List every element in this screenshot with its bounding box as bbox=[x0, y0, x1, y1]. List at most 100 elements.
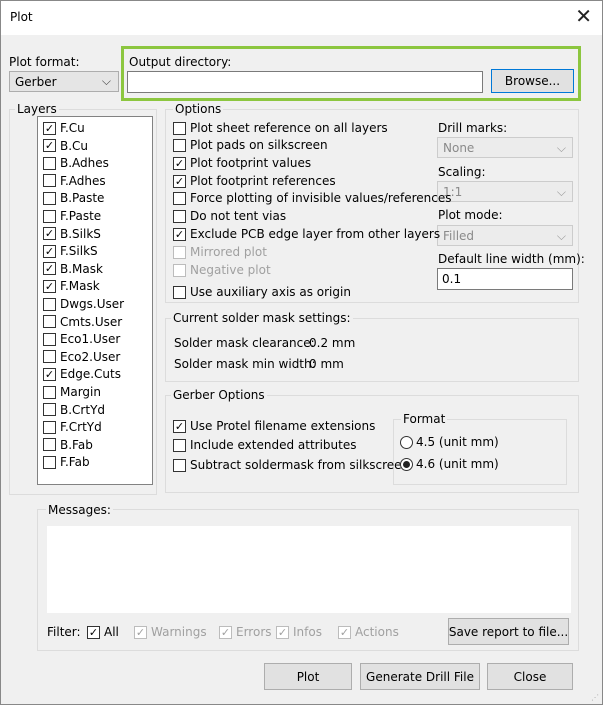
checkbox-checked-icon[interactable]: ✓ bbox=[43, 121, 56, 135]
checkbox-icon[interactable] bbox=[173, 458, 186, 472]
checkbox-icon[interactable] bbox=[43, 350, 56, 364]
checkbox-icon[interactable] bbox=[43, 209, 56, 223]
option-checkbox-8[interactable]: Negative plot bbox=[173, 263, 271, 277]
checkbox-checked-icon[interactable]: ✓ bbox=[173, 174, 186, 188]
checkbox-checked-icon[interactable]: ✓ bbox=[43, 139, 56, 153]
filter-checkbox-warnings[interactable]: ✓ Warnings bbox=[134, 625, 207, 639]
layer-checkbox-margin[interactable]: Margin bbox=[43, 385, 101, 399]
gerber-checkbox-0[interactable]: ✓ Use Protel filename extensions bbox=[173, 419, 375, 433]
filter-checkbox-errors[interactable]: ✓ Errors bbox=[219, 625, 272, 639]
layer-checkbox-b-cu[interactable]: ✓ B.Cu bbox=[43, 139, 88, 153]
generate-drill-file-button[interactable]: Generate Drill File bbox=[360, 663, 480, 690]
checkbox-checked-icon[interactable]: ✓ bbox=[338, 625, 351, 639]
layer-checkbox-f-mask-label: F.Mask bbox=[60, 279, 100, 294]
checkbox-checked-icon[interactable]: ✓ bbox=[43, 279, 56, 293]
option-checkbox-1[interactable]: Plot pads on silkscreen bbox=[173, 138, 328, 152]
checkbox-icon[interactable] bbox=[43, 174, 56, 188]
filter-checkbox-infos[interactable]: ✓ Infos bbox=[276, 625, 322, 639]
checkbox-checked-icon[interactable]: ✓ bbox=[43, 367, 56, 381]
layers-list[interactable]: ✓ F.Cu ✓ B.Cu B.Adhes F.Adhes B.Paste F.Paste ✓ B… bbox=[37, 116, 153, 485]
solder-mask-clearance-label: Solder mask clearance: bbox=[174, 336, 315, 350]
checkbox-icon[interactable] bbox=[173, 209, 186, 223]
option-checkbox-9[interactable]: Use auxiliary axis as origin bbox=[173, 285, 351, 299]
checkbox-icon[interactable] bbox=[43, 297, 56, 311]
checkbox-icon[interactable] bbox=[173, 138, 186, 152]
filter-checkbox-actions[interactable]: ✓ Actions bbox=[338, 625, 399, 639]
drill-marks-label: Drill marks: bbox=[438, 121, 508, 135]
checkbox-checked-icon[interactable]: ✓ bbox=[87, 625, 100, 639]
checkbox-checked-icon[interactable]: ✓ bbox=[43, 227, 56, 241]
checkbox-icon[interactable] bbox=[173, 121, 186, 135]
layer-checkbox-edge-cuts[interactable]: ✓ Edge.Cuts bbox=[43, 367, 121, 381]
layer-checkbox-eco1-user[interactable]: Eco1.User bbox=[43, 332, 120, 346]
checkbox-icon[interactable] bbox=[173, 263, 186, 277]
layer-checkbox-eco2-user[interactable]: Eco2.User bbox=[43, 350, 120, 364]
checkbox-icon[interactable] bbox=[43, 403, 56, 417]
checkbox-icon[interactable] bbox=[43, 385, 56, 399]
layer-checkbox-dwgs-user[interactable]: Dwgs.User bbox=[43, 297, 124, 311]
scaling-select[interactable]: 1:1 ⌵ bbox=[437, 181, 573, 202]
layer-checkbox-b-paste[interactable]: B.Paste bbox=[43, 191, 104, 205]
messages-area[interactable] bbox=[47, 526, 571, 613]
checkbox-checked-icon[interactable]: ✓ bbox=[43, 244, 56, 258]
option-checkbox-4[interactable]: Force plotting of invisible values/refer… bbox=[173, 191, 451, 205]
layer-checkbox-f-paste[interactable]: F.Paste bbox=[43, 209, 101, 223]
checkbox-icon[interactable] bbox=[43, 332, 56, 346]
checkbox-icon[interactable] bbox=[173, 285, 186, 299]
checkbox-icon[interactable] bbox=[173, 245, 186, 259]
checkbox-icon[interactable] bbox=[43, 156, 56, 170]
checkbox-checked-icon[interactable]: ✓ bbox=[173, 156, 186, 170]
layer-checkbox-f-silks[interactable]: ✓ F.SilkS bbox=[43, 244, 98, 258]
checkbox-icon[interactable] bbox=[173, 191, 186, 205]
plot-mode-select[interactable]: Filled ⌵ bbox=[437, 225, 573, 246]
layer-checkbox-f-cu[interactable]: ✓ F.Cu bbox=[43, 121, 85, 135]
layer-checkbox-b-crtyd[interactable]: B.CrtYd bbox=[43, 403, 105, 417]
close-icon[interactable]: ✕ bbox=[575, 4, 592, 28]
layer-checkbox-f-mask[interactable]: ✓ F.Mask bbox=[43, 279, 100, 293]
checkbox-checked-icon[interactable]: ✓ bbox=[173, 227, 186, 241]
option-checkbox-7[interactable]: Mirrored plot bbox=[173, 245, 267, 259]
checkbox-checked-icon[interactable]: ✓ bbox=[276, 625, 289, 639]
plot-format-select[interactable]: Gerber ⌵ bbox=[9, 71, 119, 92]
checkbox-checked-icon[interactable]: ✓ bbox=[43, 262, 56, 276]
checkbox-icon[interactable] bbox=[43, 455, 56, 469]
checkbox-icon[interactable] bbox=[43, 191, 56, 205]
output-directory-input[interactable] bbox=[127, 71, 483, 93]
layer-checkbox-f-crtyd-label: F.CrtYd bbox=[60, 420, 102, 435]
layer-checkbox-b-mask[interactable]: ✓ B.Mask bbox=[43, 262, 103, 276]
gerber-checkbox-2[interactable]: Subtract soldermask from silkscreen bbox=[173, 458, 409, 472]
checkbox-icon[interactable] bbox=[43, 420, 56, 434]
format-radio-0[interactable]: 4.5 (unit mm) bbox=[400, 435, 499, 449]
resize-grip-icon[interactable]: ⋰ bbox=[591, 693, 599, 702]
layer-checkbox-f-crtyd[interactable]: F.CrtYd bbox=[43, 420, 102, 434]
browse-button[interactable]: Browse... bbox=[491, 69, 574, 93]
option-checkbox-0[interactable]: Plot sheet reference on all layers bbox=[173, 121, 388, 135]
option-checkbox-9-label: Use auxiliary axis as origin bbox=[190, 285, 351, 299]
radio-selected-icon[interactable] bbox=[400, 457, 413, 471]
line-width-input[interactable]: 0.1 bbox=[437, 268, 573, 290]
plot-button[interactable]: Plot bbox=[264, 663, 352, 690]
layer-checkbox-cmts-user[interactable]: Cmts.User bbox=[43, 315, 122, 329]
checkbox-checked-icon[interactable]: ✓ bbox=[173, 419, 186, 433]
layer-checkbox-f-fab[interactable]: F.Fab bbox=[43, 455, 90, 469]
option-checkbox-5[interactable]: Do not tent vias bbox=[173, 209, 286, 223]
gerber-checkbox-1[interactable]: Include extended attributes bbox=[173, 438, 357, 452]
layer-checkbox-b-adhes[interactable]: B.Adhes bbox=[43, 156, 109, 170]
checkbox-icon[interactable] bbox=[43, 438, 56, 452]
radio-icon[interactable] bbox=[400, 435, 413, 449]
layer-checkbox-f-adhes[interactable]: F.Adhes bbox=[43, 174, 106, 188]
option-checkbox-6[interactable]: ✓ Exclude PCB edge layer from other layer… bbox=[173, 227, 440, 241]
format-radio-1[interactable]: 4.6 (unit mm) bbox=[400, 457, 499, 471]
drill-marks-select[interactable]: None ⌵ bbox=[437, 137, 573, 158]
checkbox-checked-icon[interactable]: ✓ bbox=[219, 625, 232, 639]
layer-checkbox-b-silks[interactable]: ✓ B.SilkS bbox=[43, 227, 101, 241]
checkbox-icon[interactable] bbox=[43, 315, 56, 329]
checkbox-icon[interactable] bbox=[173, 438, 186, 452]
close-button[interactable]: Close bbox=[487, 663, 573, 690]
layer-checkbox-b-fab[interactable]: B.Fab bbox=[43, 438, 93, 452]
option-checkbox-2[interactable]: ✓ Plot footprint values bbox=[173, 156, 311, 170]
checkbox-checked-icon[interactable]: ✓ bbox=[134, 625, 147, 639]
option-checkbox-3[interactable]: ✓ Plot footprint references bbox=[173, 174, 336, 188]
filter-checkbox-all[interactable]: ✓ All bbox=[87, 625, 119, 639]
save-report-button[interactable]: Save report to file... bbox=[448, 618, 569, 645]
